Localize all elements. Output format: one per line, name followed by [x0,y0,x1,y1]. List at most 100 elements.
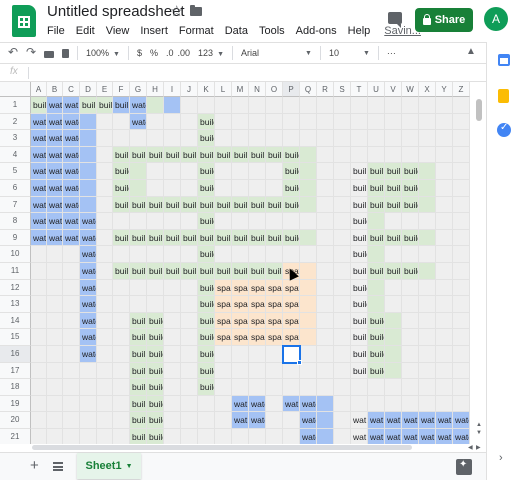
cell-v11[interactable]: buil [385,263,402,280]
cell-j16[interactable] [181,346,198,363]
cell-z20[interactable]: wate [453,412,470,429]
cell-i4[interactable]: buil [164,146,181,164]
cell-w8[interactable] [402,213,419,230]
cell-m17[interactable] [232,362,249,380]
cell-t15[interactable]: buil [351,329,368,346]
cell-e16[interactable] [97,346,113,363]
cell-u20[interactable]: wat [368,412,385,429]
cell-i21[interactable] [164,429,181,444]
cell-v16[interactable] [385,346,402,363]
cell-i13[interactable] [164,296,181,313]
cell-z9[interactable] [453,229,470,247]
cell-v15[interactable] [385,329,402,346]
cell-a11[interactable] [31,263,47,280]
cell-t10[interactable]: buildable [351,246,368,263]
cell-g16[interactable]: buil [130,346,147,363]
cell-z1[interactable] [453,97,470,114]
cell-t11[interactable]: buil [351,263,368,280]
cell-h21[interactable]: buildable [147,429,164,444]
cell-w7[interactable]: buildable [402,196,419,214]
cell-g2[interactable]: water [130,113,147,131]
cell-k12[interactable]: buildable [198,279,215,297]
cell-a1[interactable]: buil [31,97,47,114]
cell-f8[interactable] [113,213,130,230]
cell-u7[interactable]: buil [368,196,385,214]
zoom-select[interactable]: 100% ▼ [86,48,120,58]
cell-i12[interactable] [164,279,181,297]
cell-o19[interactable] [266,395,283,413]
cell-f18[interactable] [113,379,130,396]
cell-a2[interactable]: wat [31,113,47,131]
vertical-scroll-thumb[interactable] [476,99,482,121]
cell-j21[interactable] [181,429,198,444]
cell-o15[interactable]: spa [266,329,283,346]
column-header-f[interactable]: F [113,82,130,97]
row-header-10[interactable]: 10 [0,246,31,263]
cell-z16[interactable] [453,346,470,363]
cell-c1[interactable]: wat [63,97,80,114]
cell-g5[interactable] [130,163,147,180]
cell-d12[interactable]: water [80,279,97,297]
cell-a13[interactable] [31,296,47,313]
cell-e10[interactable] [97,246,113,263]
cell-i16[interactable] [164,346,181,363]
cell-q16[interactable] [300,346,317,363]
cell-q4[interactable] [300,146,317,164]
cell-j20[interactable] [181,412,198,429]
menu-view[interactable]: View [106,23,130,39]
cell-q17[interactable] [300,362,317,380]
more-button[interactable]: ··· [387,48,396,58]
cell-n6[interactable] [249,180,266,197]
cell-s19[interactable] [334,395,351,413]
cell-s1[interactable] [334,97,351,114]
cell-b7[interactable]: wat [47,196,63,214]
cell-o14[interactable]: spa [266,312,283,330]
cell-s8[interactable] [334,213,351,230]
cell-w17[interactable] [402,362,419,380]
cell-d6[interactable] [80,180,97,197]
cell-j18[interactable] [181,379,198,396]
cell-k6[interactable]: buildable [198,180,215,197]
cell-w19[interactable] [402,395,419,413]
cell-w18[interactable] [402,379,419,396]
cell-k7[interactable]: buil [198,196,215,214]
cell-q21[interactable]: water [300,429,317,444]
cell-f2[interactable] [113,113,130,131]
cell-e12[interactable] [97,279,113,297]
cell-m10[interactable] [232,246,249,263]
cell-k8[interactable]: buildable [198,213,215,230]
cell-p12[interactable]: spawnable [283,279,300,297]
cell-a18[interactable] [31,379,47,396]
row-header-3[interactable]: 3 [0,130,31,147]
cell-t4[interactable] [351,146,368,164]
cell-l5[interactable] [215,163,232,180]
cell-q15[interactable] [300,329,317,346]
cell-g4[interactable]: buil [130,146,147,164]
column-header-n[interactable]: N [249,82,266,97]
cell-q14[interactable] [300,312,317,330]
cell-f17[interactable] [113,362,130,380]
cell-v5[interactable]: buil [385,163,402,180]
cell-e9[interactable] [97,229,113,247]
cell-t9[interactable]: buil [351,229,368,247]
cell-o2[interactable] [266,113,283,131]
cell-f19[interactable] [113,395,130,413]
cell-m16[interactable] [232,346,249,363]
cell-r18[interactable] [317,379,334,396]
cell-p15[interactable]: spawnable [283,329,300,346]
cell-g7[interactable]: buil [130,196,147,214]
cell-h12[interactable] [147,279,164,297]
cell-i17[interactable] [164,362,181,380]
cell-v9[interactable]: buil [385,229,402,247]
scroll-up-icon[interactable]: ▲ [476,422,482,428]
cell-h7[interactable]: buil [147,196,164,214]
cell-m2[interactable] [232,113,249,131]
column-header-y[interactable]: Y [436,82,453,97]
cell-r14[interactable] [317,312,334,330]
cell-t5[interactable]: buil [351,163,368,180]
cell-z17[interactable] [453,362,470,380]
cell-f10[interactable] [113,246,130,263]
cell-a7[interactable]: wat [31,196,47,214]
cell-r13[interactable] [317,296,334,313]
cell-f14[interactable] [113,312,130,330]
